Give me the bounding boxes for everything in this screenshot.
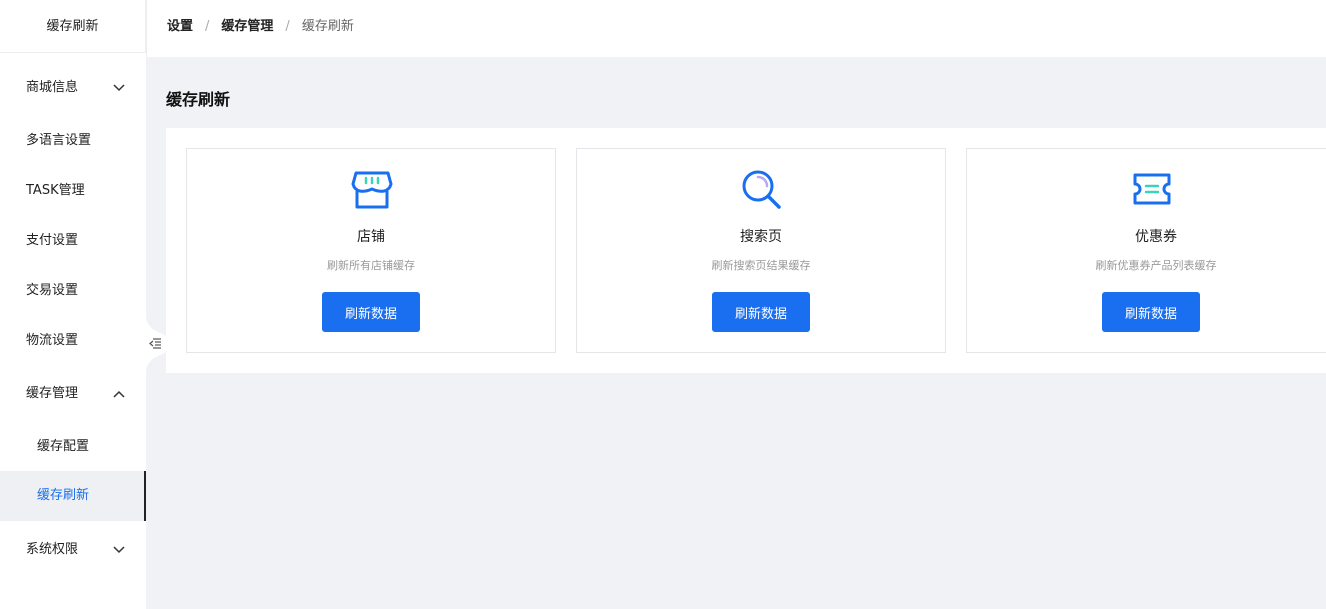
sidebar-item-label: 缓存配置 bbox=[37, 439, 90, 454]
sidebar-item-cache-config[interactable]: 缓存配置 bbox=[0, 422, 146, 472]
sidebar-item-mall-info[interactable]: 商城信息 bbox=[0, 63, 146, 113]
search-icon bbox=[742, 170, 781, 209]
card-coupon: 优惠券 刷新优惠券产品列表缓存 刷新数据 bbox=[966, 148, 1326, 353]
refresh-shop-button[interactable]: 刷新数据 bbox=[322, 292, 420, 332]
sidebar: 缓存刷新 商城信息 多语言设置 TASK管理 支付设置 交易设置 物流设置 缓存… bbox=[0, 0, 146, 609]
sidebar-item-label: 支付设置 bbox=[26, 233, 79, 248]
breadcrumb-separator: / bbox=[285, 19, 290, 34]
chevron-down-icon bbox=[113, 546, 125, 554]
sidebar-item-logistics[interactable]: 物流设置 bbox=[0, 316, 146, 366]
sidebar-item-trade[interactable]: 交易设置 bbox=[0, 266, 146, 316]
sidebar-item-label: TASK管理 bbox=[26, 183, 85, 198]
sidebar-item-language[interactable]: 多语言设置 bbox=[0, 116, 146, 166]
refresh-search-button[interactable]: 刷新数据 bbox=[712, 292, 810, 332]
card-shop: 店铺 刷新所有店铺缓存 刷新数据 bbox=[186, 148, 556, 353]
breadcrumb: 设置 / 缓存管理 / 缓存刷新 bbox=[167, 0, 354, 53]
breadcrumb-cache-management[interactable]: 缓存管理 bbox=[221, 19, 273, 34]
breadcrumb-settings[interactable]: 设置 bbox=[167, 19, 193, 34]
sidebar-item-cache-management[interactable]: 缓存管理 bbox=[0, 369, 146, 419]
page-title: 缓存刷新 bbox=[166, 90, 231, 109]
sidebar-title: 缓存刷新 bbox=[0, 0, 146, 53]
card-description: 刷新所有店铺缓存 bbox=[327, 259, 415, 272]
top-header: 设置 / 缓存管理 / 缓存刷新 bbox=[146, 0, 1326, 57]
sidebar-item-task[interactable]: TASK管理 bbox=[0, 166, 146, 216]
breadcrumb-separator: / bbox=[205, 19, 210, 34]
card-description: 刷新搜索页结果缓存 bbox=[711, 259, 811, 272]
sidebar-item-label: 缓存管理 bbox=[26, 386, 79, 401]
breadcrumb-current: 缓存刷新 bbox=[301, 19, 354, 34]
collapse-sidebar-button[interactable] bbox=[146, 316, 166, 372]
sidebar-item-label: 缓存刷新 bbox=[37, 488, 90, 503]
sidebar-item-label: 商城信息 bbox=[26, 80, 79, 95]
card-title: 店铺 bbox=[357, 229, 385, 245]
coupon-icon bbox=[1133, 173, 1171, 205]
shop-icon bbox=[351, 171, 393, 209]
sidebar-item-system-permissions[interactable]: 系统权限 bbox=[0, 525, 146, 575]
card-title: 优惠券 bbox=[1135, 229, 1177, 245]
card-title: 搜索页 bbox=[740, 229, 782, 245]
chevron-down-icon bbox=[113, 84, 125, 92]
refresh-coupon-button[interactable]: 刷新数据 bbox=[1102, 292, 1200, 332]
cache-cards-panel: 店铺 刷新所有店铺缓存 刷新数据 搜索页 刷新搜索页结果缓存 刷新数据 优惠券 … bbox=[166, 128, 1326, 373]
card-description: 刷新优惠券产品列表缓存 bbox=[1095, 259, 1217, 272]
sidebar-item-label: 交易设置 bbox=[26, 283, 79, 298]
chevron-up-icon bbox=[113, 390, 125, 398]
sidebar-item-label: 物流设置 bbox=[26, 333, 79, 348]
sidebar-item-label: 多语言设置 bbox=[26, 133, 92, 148]
card-search: 搜索页 刷新搜索页结果缓存 刷新数据 bbox=[576, 148, 946, 353]
sidebar-item-payment[interactable]: 支付设置 bbox=[0, 216, 146, 266]
sidebar-item-cache-refresh[interactable]: 缓存刷新 bbox=[0, 471, 146, 521]
sidebar-item-label: 系统权限 bbox=[26, 542, 79, 557]
